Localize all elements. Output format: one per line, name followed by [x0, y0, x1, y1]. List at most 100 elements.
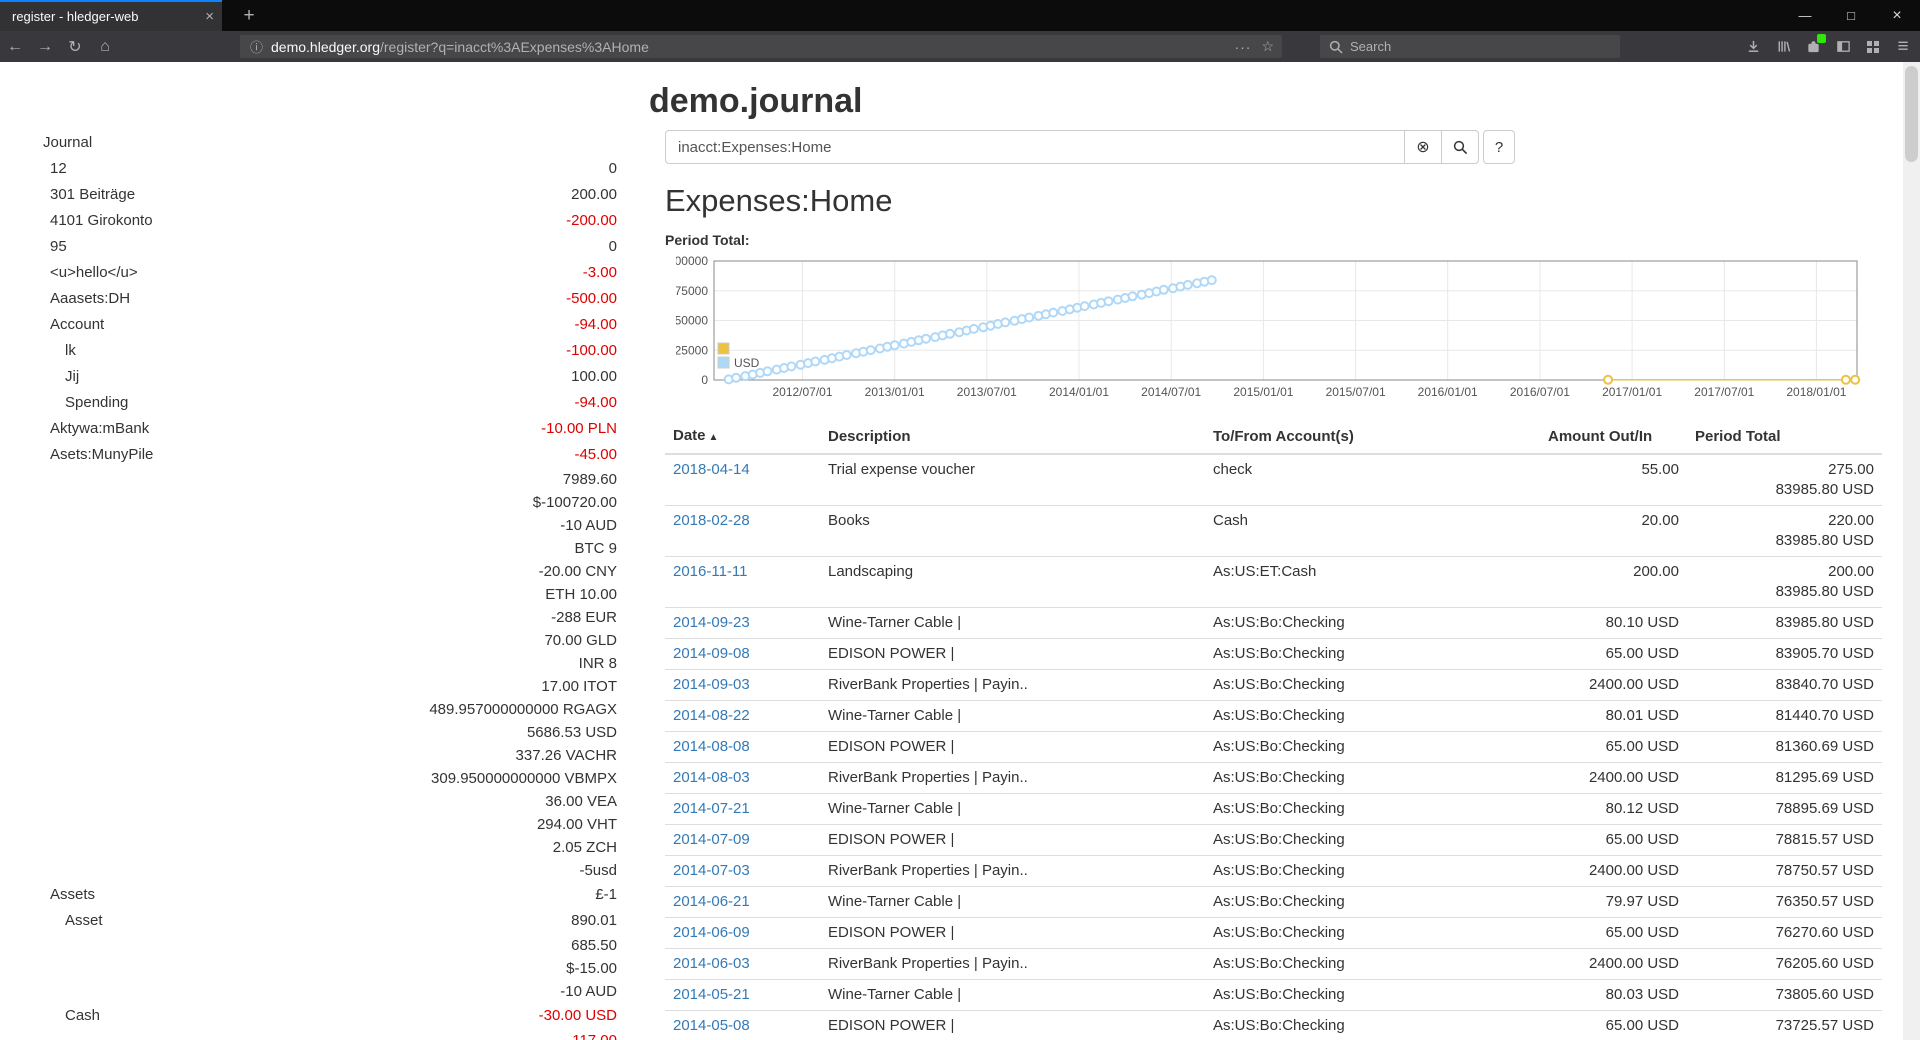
account-balance: INR 8 — [579, 652, 617, 675]
apps-grid-icon[interactable] — [1858, 31, 1888, 62]
sidebar-account-row[interactable]: 4101 Girokonto-200.00 — [43, 208, 617, 234]
search-button[interactable] — [1441, 130, 1479, 164]
sidebar-account-row[interactable]: Assets£-1 — [43, 882, 617, 908]
site-info-icon[interactable]: ⓘ — [250, 37, 263, 56]
sidebar-account-row[interactable]: 120 — [43, 156, 617, 182]
journal-heading[interactable]: Journal — [43, 130, 617, 156]
sidebar-toggle-icon[interactable] — [1828, 31, 1858, 62]
account-name[interactable]: Jij — [43, 364, 79, 390]
date-link[interactable]: 2014-05-21 — [673, 986, 750, 1003]
window-close-button[interactable]: × — [1874, 0, 1920, 31]
account-balance: $-15.00 — [566, 957, 617, 980]
account-balance: 309.950000000000 VBMPX — [431, 767, 617, 790]
browser-search-bar[interactable] — [1320, 35, 1620, 58]
account-balance: -117.00 — [567, 1029, 617, 1040]
date-link[interactable]: 2014-08-22 — [673, 707, 750, 724]
clear-query-button[interactable]: ⊗ — [1404, 130, 1442, 164]
date-link[interactable]: 2018-02-28 — [673, 512, 750, 529]
sidebar-account-row[interactable]: Account-94.00 — [43, 312, 617, 338]
sidebar-account-row[interactable]: Spending-94.00 — [43, 390, 617, 416]
register-account-cell: As:US:Bo:Checking — [1205, 825, 1540, 856]
account-name[interactable]: Assets — [43, 882, 95, 908]
register-total-cell: 76270.60 USD — [1687, 918, 1882, 949]
date-link[interactable]: 2014-07-03 — [673, 862, 750, 879]
date-link[interactable]: 2014-09-08 — [673, 645, 750, 662]
account-name[interactable]: Asets:MunyPile — [43, 442, 153, 468]
svg-text:2018/01/01: 2018/01/01 — [1786, 385, 1846, 399]
column-header-date[interactable]: Date▲ — [665, 421, 820, 454]
account-name[interactable]: 4101 Girokonto — [43, 208, 153, 234]
page-scrollbar[interactable] — [1903, 62, 1920, 1040]
date-link[interactable]: 2014-06-09 — [673, 924, 750, 941]
page-actions-icon[interactable]: ··· — [1234, 39, 1251, 55]
register-amount-cell: 79.97 USD — [1540, 887, 1687, 918]
scrollbar-thumb[interactable] — [1905, 66, 1918, 162]
account-name[interactable]: Aktywa:mBank — [43, 416, 149, 442]
date-link[interactable]: 2014-08-08 — [673, 738, 750, 755]
back-icon[interactable]: ← — [0, 31, 30, 62]
date-link[interactable]: 2014-07-21 — [673, 800, 750, 817]
date-link[interactable]: 2018-04-14 — [673, 461, 750, 478]
register-row: 2016-11-11LandscapingAs:US:ET:Cash200.00… — [665, 557, 1882, 608]
account-name[interactable]: lk — [43, 338, 76, 364]
sidebar-account-row[interactable]: Asset890.01 — [43, 908, 617, 934]
query-input[interactable] — [665, 130, 1405, 164]
date-link[interactable]: 2014-09-03 — [673, 676, 750, 693]
sidebar-account-row[interactable]: 301 Beiträge200.00 — [43, 182, 617, 208]
register-total-cell: 200.0083985.80 USD — [1687, 557, 1882, 608]
account-name[interactable]: Account — [43, 312, 104, 338]
extension-icon[interactable] — [1798, 31, 1828, 62]
url-bar[interactable]: ⓘ demo.hledger.org /register?q=inacct%3A… — [240, 35, 1282, 58]
date-link[interactable]: 2014-09-23 — [673, 614, 750, 631]
sidebar-account-row[interactable]: Aaasets:DH-500.00 — [43, 286, 617, 312]
download-icon[interactable] — [1738, 31, 1768, 62]
sidebar-balance-row: -5usd — [43, 859, 617, 882]
date-link[interactable]: 2014-05-08 — [673, 1017, 750, 1034]
help-button[interactable]: ? — [1483, 130, 1515, 164]
date-link[interactable]: 2014-06-21 — [673, 893, 750, 910]
account-name[interactable]: 301 Beiträge — [43, 182, 135, 208]
register-row: 2014-06-21Wine-Tarner Cable |As:US:Bo:Ch… — [665, 887, 1882, 918]
library-icon[interactable] — [1768, 31, 1798, 62]
date-link[interactable]: 2014-08-03 — [673, 769, 750, 786]
sidebar-balance-row: BTC 9 — [43, 537, 617, 560]
forward-icon[interactable]: → — [30, 31, 60, 62]
register-account-cell: As:US:Bo:Checking — [1205, 763, 1540, 794]
reload-icon[interactable]: ↻ — [60, 31, 90, 62]
sidebar-account-row[interactable]: lk-100.00 — [43, 338, 617, 364]
account-name[interactable]: 12 — [43, 156, 67, 182]
browser-tab[interactable]: register - hledger-web × — [0, 0, 222, 31]
date-link[interactable]: 2014-07-09 — [673, 831, 750, 848]
account-name[interactable]: Aaasets:DH — [43, 286, 130, 312]
date-link[interactable]: 2014-06-03 — [673, 955, 750, 972]
register-amount-cell: 2400.00 USD — [1540, 949, 1687, 980]
account-name[interactable]: 95 — [43, 234, 67, 260]
sidebar-account-row[interactable]: Asets:MunyPile-45.00 — [43, 442, 617, 468]
tab-close-icon[interactable]: × — [205, 8, 214, 25]
account-name[interactable]: Cash — [43, 1003, 100, 1029]
bookmark-star-icon[interactable]: ☆ — [1261, 38, 1274, 55]
svg-text:50000: 50000 — [676, 314, 708, 328]
sidebar-account-row[interactable]: <u>hello</u>-3.00 — [43, 260, 617, 286]
menu-icon[interactable]: ≡ — [1888, 31, 1918, 62]
period-chart: 02500050000750001000002012/07/012013/01/… — [676, 255, 1871, 407]
search-icon — [1329, 40, 1343, 54]
home-icon[interactable]: ⌂ — [90, 31, 120, 62]
date-link[interactable]: 2016-11-11 — [673, 563, 748, 580]
account-name[interactable]: Asset — [43, 908, 103, 934]
sidebar-account-row[interactable]: 950 — [43, 234, 617, 260]
sidebar-account-row[interactable]: Jij 100.00 — [43, 364, 617, 390]
register-date-cell: 2018-02-28 — [665, 506, 820, 557]
svg-text:2015/01/01: 2015/01/01 — [1233, 385, 1293, 399]
account-name[interactable]: Spending — [43, 390, 128, 416]
sidebar-account-row[interactable]: Aktywa:mBank-10.00 PLN — [43, 416, 617, 442]
sidebar-account-row[interactable]: Cash-30.00 USD — [43, 1003, 617, 1029]
chart-title: Period Total: — [665, 232, 1883, 249]
window-minimize-button[interactable]: — — [1782, 0, 1828, 31]
register-description-cell: Wine-Tarner Cable | — [820, 701, 1205, 732]
new-tab-button[interactable]: + — [236, 3, 262, 29]
browser-search-input[interactable] — [1350, 39, 1590, 54]
account-name[interactable]: <u>hello</u> — [43, 260, 138, 286]
window-maximize-button[interactable]: □ — [1828, 0, 1874, 31]
account-balance: 100.00 — [571, 364, 617, 390]
